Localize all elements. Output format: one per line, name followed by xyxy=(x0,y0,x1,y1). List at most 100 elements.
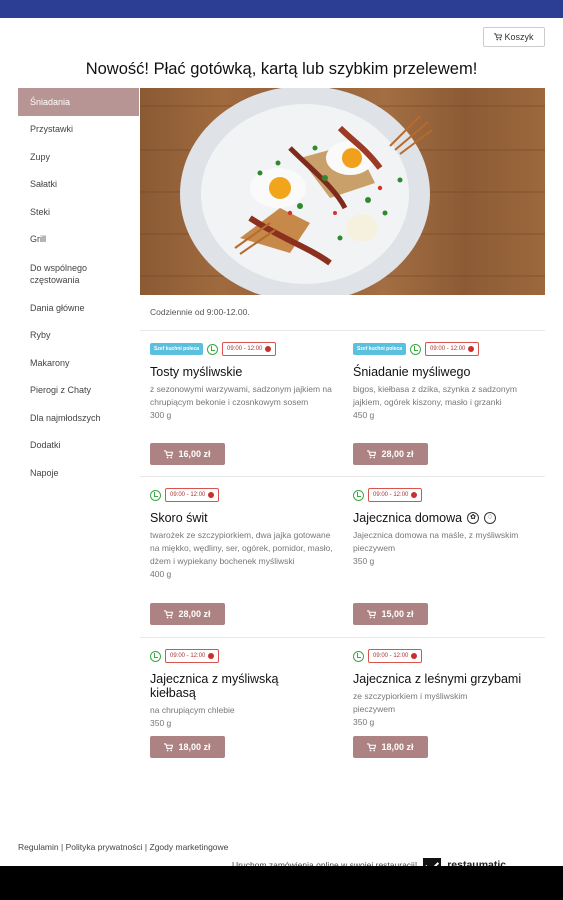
sidebar-item-przystawki[interactable]: Przystawki xyxy=(18,116,139,144)
menu-item-card[interactable]: 09:00 - 12:00 Skoro świt twarożek ze szc… xyxy=(150,488,340,581)
vegetarian-icon: ✿ xyxy=(467,512,480,524)
item-name: Skoro świt xyxy=(150,511,208,525)
chef-recommends-badge: Szef kuchni poleca xyxy=(353,343,407,355)
navigation-bar xyxy=(0,866,563,900)
add-to-cart-button[interactable]: 18,00 zł xyxy=(150,736,225,758)
hours-label: 09:00 - 12:00 xyxy=(373,653,409,659)
cart-icon xyxy=(164,449,174,458)
cart-icon xyxy=(164,609,174,618)
page-headline: Nowość! Płać gotówką, kartą lub szybkim … xyxy=(85,60,478,78)
clock-icon xyxy=(150,489,161,501)
divider xyxy=(140,637,545,638)
item-description: twarożek ze szczypiorkiem, dwa jajka got… xyxy=(150,530,333,566)
menu-item-card[interactable]: Szef kuchni poleca 09:00 - 12:00 Tosty m… xyxy=(150,342,340,422)
sidebar-item-label: Makarony xyxy=(30,357,70,368)
sidebar-item-grill[interactable]: Grill xyxy=(18,226,139,254)
cart-label: Koszyk xyxy=(504,32,534,42)
cart-icon xyxy=(494,33,503,41)
item-weight: 300 g xyxy=(150,410,172,420)
sidebar-item-ryby[interactable]: Ryby xyxy=(18,322,139,350)
sidebar-item-salatki[interactable]: Sałatki xyxy=(18,171,139,199)
add-to-cart-button[interactable]: 28,00 zł xyxy=(353,443,428,465)
sidebar-item-label: Napoje xyxy=(30,467,59,478)
info-icon xyxy=(411,653,418,659)
info-icon xyxy=(265,346,272,352)
footer-links[interactable]: Regulamin | Polityka prywatności | Zgody… xyxy=(18,842,228,852)
clock-icon xyxy=(353,650,364,662)
menu-item-card[interactable]: 09:00 - 12:00 Jajecznica domowa ✿ ♢ Jaje… xyxy=(353,488,543,568)
info-icon xyxy=(208,653,215,659)
menu-item-card[interactable]: 09:00 - 12:00 Jajecznica z myśliwską kie… xyxy=(150,649,340,730)
sidebar-item-label: Ryby xyxy=(30,330,51,341)
clock-icon xyxy=(150,650,161,662)
sidebar-item-steki[interactable]: Steki xyxy=(18,198,139,226)
sidebar-item-sniadania[interactable]: Śniadania xyxy=(18,88,139,116)
sidebar-item-zupy[interactable]: Zupy xyxy=(18,143,139,171)
status-bar xyxy=(0,0,563,18)
menu-item-card[interactable]: 09:00 - 12:00 Jajecznica z leśnymi grzyb… xyxy=(353,649,543,729)
sidebar-item-do-wspolnego[interactable]: Do wspólnego częstowania xyxy=(18,253,139,294)
sidebar-item-dania-glowne[interactable]: Dania główne xyxy=(18,294,139,322)
category-intro: Codziennie od 9:00-12.00. xyxy=(150,307,250,317)
sidebar-item-makarony[interactable]: Makarony xyxy=(18,349,139,377)
item-name: Jajecznica domowa xyxy=(353,511,463,525)
hours-badge: 09:00 - 12:00 xyxy=(165,649,220,663)
menu-item-card[interactable]: Szef kuchni poleca 09:00 - 12:00 Śniadan… xyxy=(353,342,543,422)
add-to-cart-button[interactable]: 15,00 zł xyxy=(353,603,428,625)
sidebar-item-label: Śniadania xyxy=(30,96,71,107)
sidebar-item-label: Grill xyxy=(30,234,46,245)
price-label: 28,00 zł xyxy=(381,449,414,459)
sidebar-item-label: Do wspólnego częstowania xyxy=(30,262,88,285)
item-description: na chrupiącym chlebie xyxy=(150,705,235,715)
price-label: 16,00 zł xyxy=(178,449,211,459)
cart-icon xyxy=(367,609,377,618)
sidebar-item-dla-najmlodszych[interactable]: Dla najmłodszych xyxy=(18,404,139,432)
add-to-cart-button[interactable]: 28,00 zł xyxy=(150,603,225,625)
clock-icon xyxy=(353,489,364,501)
sidebar-item-label: Steki xyxy=(30,206,51,217)
item-name: Śniadanie myśliwego xyxy=(353,365,471,379)
item-name: Tosty myśliwskie xyxy=(150,365,243,379)
hours-badge: 09:00 - 12:00 xyxy=(368,488,423,502)
sidebar-item-label: Dodatki xyxy=(30,440,61,451)
hours-label: 09:00 - 12:00 xyxy=(430,346,466,352)
item-weight: 350 g xyxy=(353,717,375,727)
category-sidebar: Śniadania Przystawki Zupy Sałatki Steki … xyxy=(18,88,139,487)
cart-icon xyxy=(367,742,377,751)
sidebar-item-label: Przystawki xyxy=(30,124,74,135)
item-weight: 350 g xyxy=(150,718,172,728)
clock-icon xyxy=(207,343,219,355)
sidebar-item-napoje[interactable]: Napoje xyxy=(18,459,139,487)
sidebar-item-label: Sałatki xyxy=(30,179,58,190)
info-icon xyxy=(208,492,215,498)
sidebar-item-dodatki[interactable]: Dodatki xyxy=(18,432,139,460)
hours-label: 09:00 - 12:00 xyxy=(373,492,409,498)
divider xyxy=(140,330,545,331)
item-description: z sezonowymi warzywami, sadzonym jajkiem… xyxy=(150,384,332,407)
gluten-icon: ♢ xyxy=(484,512,497,524)
price-label: 28,00 zł xyxy=(178,609,211,619)
add-to-cart-button[interactable]: 16,00 zł xyxy=(150,443,225,465)
item-name: Jajecznica z leśnymi grzybami xyxy=(353,672,522,686)
hours-badge: 09:00 - 12:00 xyxy=(368,649,423,663)
hours-label: 09:00 - 12:00 xyxy=(170,492,206,498)
item-description: bigos, kiełbasa z dzika, szynka z sadzon… xyxy=(353,384,517,407)
category-hero-image xyxy=(140,88,545,295)
item-description: ze szczypiorkiem i myśliwskim pieczywem xyxy=(353,691,468,714)
cart-button[interactable]: Koszyk xyxy=(483,27,545,47)
sidebar-item-label: Zupy xyxy=(30,151,51,162)
hours-badge: 09:00 - 12:00 xyxy=(165,488,220,502)
divider xyxy=(140,476,545,477)
item-weight: 350 g xyxy=(353,556,375,566)
cart-icon xyxy=(164,742,174,751)
hours-badge: 09:00 - 12:00 xyxy=(222,342,277,356)
hours-badge: 09:00 - 12:00 xyxy=(425,342,480,356)
chef-recommends-badge: Szef kuchni poleca xyxy=(150,343,204,355)
sidebar-item-pierogi[interactable]: Pierogi z Chaty xyxy=(18,377,139,405)
price-label: 18,00 zł xyxy=(381,742,414,752)
item-name: Jajecznica z myśliwską kiełbasą xyxy=(150,672,279,700)
price-label: 18,00 zł xyxy=(178,742,211,752)
item-name-row: Jajecznica domowa ✿ ♢ xyxy=(353,511,543,525)
add-to-cart-button[interactable]: 18,00 zł xyxy=(353,736,428,758)
item-weight: 450 g xyxy=(353,410,375,420)
